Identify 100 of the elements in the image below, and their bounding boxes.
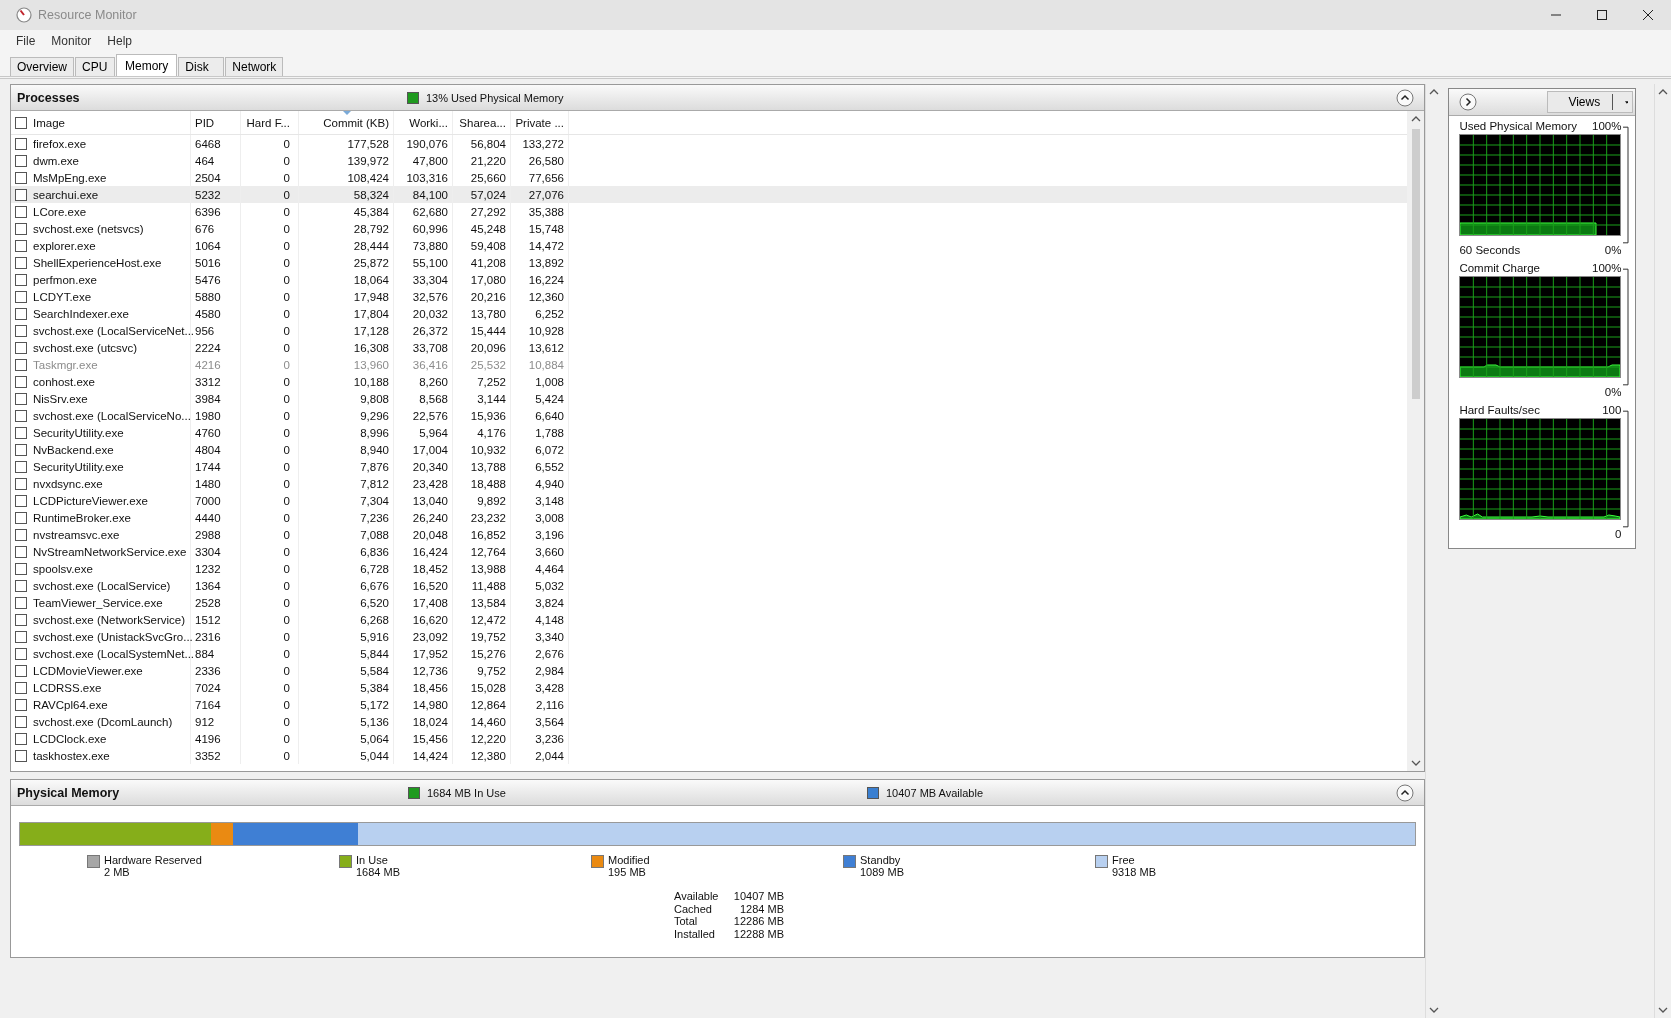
checkbox[interactable] xyxy=(15,630,27,643)
process-row[interactable]: NvStreamNetworkService.exe 3304 0 6,836 16,424 12,764 3,660 xyxy=(11,543,1408,560)
checkbox[interactable] xyxy=(15,443,27,456)
menu-item[interactable]: Monitor xyxy=(51,34,92,48)
checkbox[interactable] xyxy=(15,426,27,439)
scroll-up-icon[interactable] xyxy=(1429,88,1440,96)
views-button[interactable]: Views xyxy=(1547,91,1634,113)
checkbox[interactable] xyxy=(15,749,27,762)
process-row[interactable]: SecurityUtility.exe 4760 0 8,996 5,964 4,176 1,788 xyxy=(11,424,1408,441)
checkbox[interactable] xyxy=(15,528,27,541)
scrollbar[interactable] xyxy=(1407,111,1425,771)
column-header[interactable]: Private ... xyxy=(511,111,569,134)
checkbox[interactable] xyxy=(15,392,27,405)
column-header[interactable]: Image xyxy=(33,116,65,129)
process-row[interactable]: svchost.exe (UnistackSvcGro... 2316 0 5,916 23,092 19,752 3,340 xyxy=(11,628,1408,645)
expand-icon[interactable] xyxy=(1459,93,1478,111)
process-row[interactable]: LCDRSS.exe 7024 0 5,384 18,456 15,028 3,428 xyxy=(11,679,1408,696)
panel-header[interactable]: Processes 13% Used Physical Memory xyxy=(11,85,1425,111)
checkbox[interactable] xyxy=(15,681,27,694)
process-row[interactable]: dwm.exe 464 0 139,972 47,800 21,220 26,580 xyxy=(11,152,1408,169)
process-row[interactable]: LCDMovieViewer.exe 2336 0 5,584 12,736 9,752 2,984 xyxy=(11,662,1408,679)
process-row[interactable]: TeamViewer_Service.exe 2528 0 6,520 17,408 13,584 3,824 xyxy=(11,594,1408,611)
checkbox[interactable] xyxy=(15,409,27,422)
checkbox[interactable] xyxy=(15,732,27,745)
checkbox[interactable] xyxy=(15,477,27,490)
checkbox[interactable] xyxy=(15,205,27,218)
process-row[interactable]: SecurityUtility.exe 1744 0 7,876 20,340 13,788 6,552 xyxy=(11,458,1408,475)
checkbox[interactable] xyxy=(15,358,27,371)
checkbox[interactable] xyxy=(15,664,27,677)
process-row[interactable]: svchost.exe (LocalServiceNo... 1980 0 9,296 22,576 15,936 6,640 xyxy=(11,407,1408,424)
column-header[interactable]: PID xyxy=(191,111,241,134)
process-row[interactable]: nvstreamsvc.exe 2988 0 7,088 20,048 16,852 3,196 xyxy=(11,526,1408,543)
scroll-down-icon[interactable] xyxy=(1410,759,1421,767)
process-row[interactable]: firefox.exe 6468 0 177,528 190,076 56,804 133,272 xyxy=(11,135,1408,152)
checkbox[interactable] xyxy=(15,273,27,286)
process-row[interactable]: svchost.exe (NetworkService) 1512 0 6,268 16,620 12,472 4,148 xyxy=(11,611,1408,628)
process-row[interactable]: LCDClock.exe 4196 0 5,064 15,456 12,220 3,236 xyxy=(11,730,1408,747)
checkbox[interactable] xyxy=(15,137,27,150)
scroll-thumb[interactable] xyxy=(1411,129,1420,399)
checkbox[interactable] xyxy=(15,545,27,558)
checkbox[interactable] xyxy=(15,222,27,235)
process-row[interactable]: RAVCpl64.exe 7164 0 5,172 14,980 12,864 2,116 xyxy=(11,696,1408,713)
tab[interactable]: Overview xyxy=(10,57,74,76)
column-header[interactable]: Commit (KB) xyxy=(299,111,394,134)
checkbox[interactable] xyxy=(15,647,27,660)
process-row[interactable]: svchost.exe (LocalSystemNet...884 0 5,844 17,952 15,276 2,676 xyxy=(11,645,1408,662)
checkbox[interactable] xyxy=(15,596,27,609)
checkbox[interactable] xyxy=(15,116,27,129)
process-row[interactable]: ShellExperienceHost.exe 5016 0 25,872 55,100 41,208 13,892 xyxy=(11,254,1408,271)
process-row[interactable]: NvBackend.exe 4804 0 8,940 17,004 10,932 6,072 xyxy=(11,441,1408,458)
checkbox[interactable] xyxy=(15,698,27,711)
tab[interactable]: Disk xyxy=(178,57,225,76)
process-row[interactable]: Taskmgr.exe 4216 0 13,960 36,416 25,532 10,884 xyxy=(11,356,1408,373)
checkbox[interactable] xyxy=(15,579,27,592)
collapse-icon[interactable] xyxy=(1396,783,1415,802)
scrollbar[interactable] xyxy=(1654,84,1671,1018)
column-header[interactable]: Hard F... xyxy=(241,111,299,134)
checkbox[interactable] xyxy=(15,715,27,728)
checkbox[interactable] xyxy=(15,307,27,320)
checkbox[interactable] xyxy=(15,562,27,575)
process-row[interactable]: LCDYT.exe 5880 0 17,948 32,576 20,216 12,360 xyxy=(11,288,1408,305)
column-header[interactable]: Sharea... xyxy=(453,111,511,134)
checkbox[interactable] xyxy=(15,511,27,524)
checkbox[interactable] xyxy=(15,494,27,507)
tab[interactable]: CPU xyxy=(75,57,115,76)
checkbox[interactable] xyxy=(15,256,27,269)
process-row[interactable]: LCore.exe 6396 0 45,384 62,680 27,292 35,388 xyxy=(11,203,1408,220)
checkbox[interactable] xyxy=(15,375,27,388)
process-row[interactable]: NisSrv.exe 3984 0 9,808 8,568 3,144 5,424 xyxy=(11,390,1408,407)
process-row[interactable]: SearchIndexer.exe 4580 0 17,804 20,032 13,780 6,252 xyxy=(11,305,1408,322)
checkbox[interactable] xyxy=(15,460,27,473)
panel-header[interactable]: Physical Memory 1684 MB In Use 10407 MB Available xyxy=(11,780,1425,806)
checkbox[interactable] xyxy=(15,324,27,337)
process-row[interactable]: taskhostex.exe 3352 0 5,044 14,424 12,380 2,044 xyxy=(11,747,1408,764)
scroll-up-icon[interactable] xyxy=(1410,115,1421,123)
scroll-down-icon[interactable] xyxy=(1429,1006,1440,1014)
checkbox[interactable] xyxy=(15,239,27,252)
checkbox[interactable] xyxy=(15,188,27,201)
process-row[interactable]: svchost.exe (DcomLaunch) 912 0 5,136 18,024 14,460 3,564 xyxy=(11,713,1408,730)
process-row[interactable]: RuntimeBroker.exe 4440 0 7,236 26,240 23,232 3,008 xyxy=(11,509,1408,526)
menu-item[interactable]: Help xyxy=(107,34,133,48)
process-row[interactable]: perfmon.exe 5476 0 18,064 33,304 17,080 16,224 xyxy=(11,271,1408,288)
checkbox[interactable] xyxy=(15,613,27,626)
column-header[interactable]: Worki... xyxy=(394,111,453,134)
collapse-icon[interactable] xyxy=(1396,88,1415,107)
checkbox[interactable] xyxy=(15,290,27,303)
process-row[interactable]: conhost.exe 3312 0 10,188 8,260 7,252 1,008 xyxy=(11,373,1408,390)
process-row[interactable]: searchui.exe 5232 0 58,324 84,100 57,024 27,076 xyxy=(11,186,1408,203)
checkbox[interactable] xyxy=(15,341,27,354)
tab[interactable]: Network xyxy=(225,57,284,76)
checkbox[interactable] xyxy=(15,154,27,167)
process-row[interactable]: explorer.exe 1064 0 28,444 73,880 59,408 14,472 xyxy=(11,237,1408,254)
scroll-down-icon[interactable] xyxy=(1658,1006,1668,1014)
tab[interactable]: Memory xyxy=(116,54,178,76)
process-row[interactable]: svchost.exe (LocalServiceNet...956 0 17,128 26,372 15,444 10,928 xyxy=(11,322,1408,339)
process-row[interactable]: svchost.exe (LocalService) 1364 0 6,676 16,520 11,488 5,032 xyxy=(11,577,1408,594)
process-row[interactable]: nvxdsync.exe 1480 0 7,812 23,428 18,488 4,940 xyxy=(11,475,1408,492)
scroll-up-icon[interactable] xyxy=(1658,88,1668,96)
process-row[interactable]: svchost.exe (utcsvc) 2224 0 16,308 33,708 20,096 13,612 xyxy=(11,339,1408,356)
process-row[interactable]: svchost.exe (netsvcs) 676 0 28,792 60,996 45,248 15,748 xyxy=(11,220,1408,237)
